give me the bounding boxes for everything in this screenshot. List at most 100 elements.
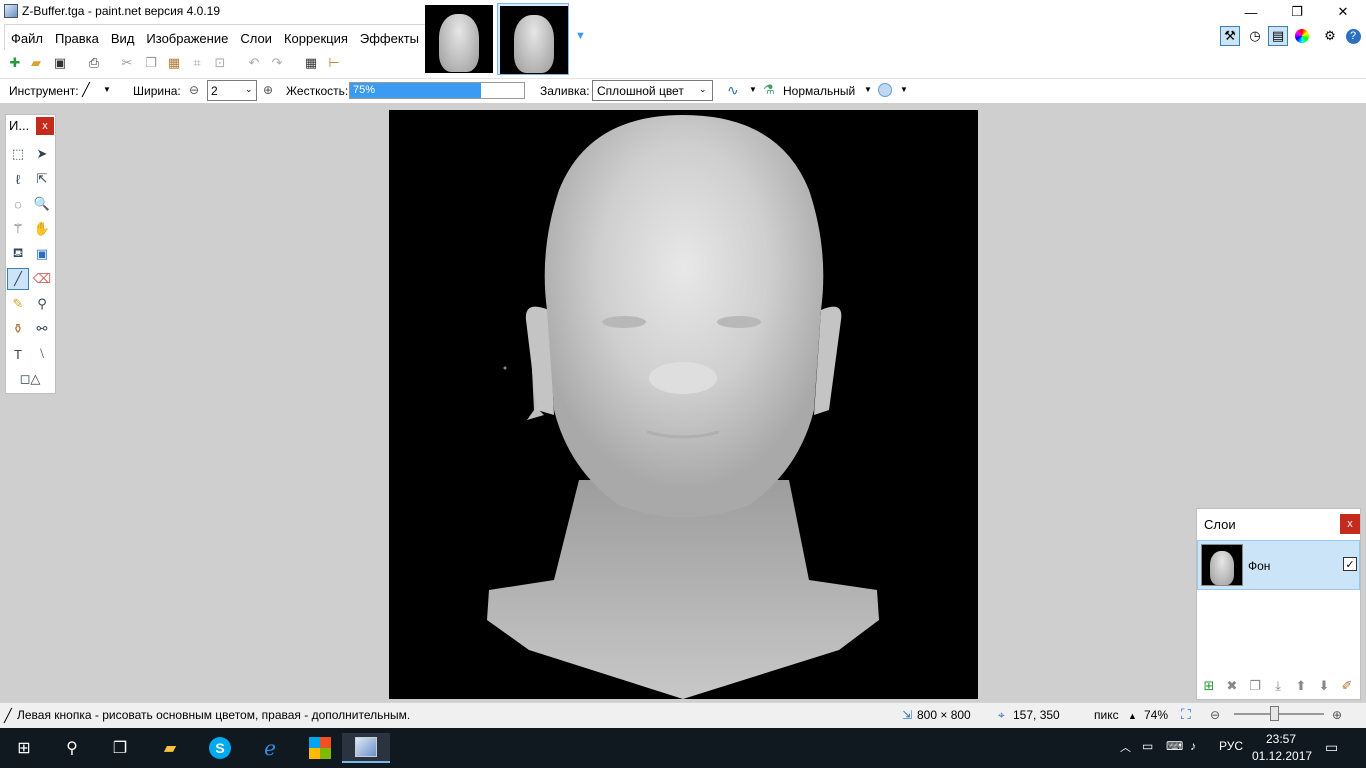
copy-icon[interactable]: ❐	[142, 54, 160, 72]
ruler-icon[interactable]: ⊢	[325, 54, 343, 72]
units-select[interactable]: пикс	[1094, 708, 1119, 722]
layers-window-icon[interactable]: ▤	[1268, 26, 1288, 46]
move-selected-icon[interactable]: ➤	[31, 143, 53, 165]
gradient-icon[interactable]: ▣	[31, 243, 53, 265]
chevron-down-icon[interactable]: ▼	[864, 85, 872, 94]
zoom-fit-icon[interactable]: ⛶	[1181, 706, 1191, 723]
tray-battery-icon[interactable]: ▭	[1142, 739, 1153, 753]
chevron-down-icon[interactable]: ▼	[900, 85, 908, 94]
rectangle-select-icon[interactable]: ⬚	[7, 143, 29, 165]
edge-browser-icon[interactable]: ℯ	[246, 733, 294, 763]
paintnet-taskbar-icon[interactable]	[342, 733, 390, 763]
image-canvas[interactable]	[389, 110, 978, 699]
task-view-icon[interactable]: ❐	[96, 733, 144, 763]
move-layer-up-icon[interactable]: ⬆	[1292, 677, 1310, 695]
move-selection-icon[interactable]: ⇱	[31, 168, 53, 190]
clone-stamp-icon[interactable]: ⚱	[7, 318, 29, 340]
zoom-tool-icon[interactable]: 🔍	[31, 193, 53, 215]
history-window-icon[interactable]: ◷	[1245, 26, 1265, 46]
open-folder-icon[interactable]: ▰	[27, 54, 45, 72]
pan-hand-icon[interactable]: ✋	[31, 218, 53, 240]
grid-icon[interactable]: ▦	[302, 54, 320, 72]
menu-adjustments[interactable]: Коррекция	[278, 25, 354, 50]
tools-panel-close-button[interactable]: x	[36, 117, 54, 135]
blend-mode-select[interactable]: Нормальный	[783, 84, 855, 98]
shapes-icon[interactable]: ◻△	[12, 368, 48, 390]
menu-image[interactable]: Изображение	[140, 25, 234, 50]
tray-date[interactable]: 01.12.2017	[1252, 749, 1312, 763]
line-curve-icon[interactable]: ⧵	[31, 343, 53, 365]
menu-file[interactable]: Файл	[5, 25, 49, 50]
magic-wand-icon[interactable]: ⚚	[7, 218, 29, 240]
action-center-icon[interactable]: ▭	[1325, 739, 1338, 756]
zoom-slider[interactable]	[1234, 713, 1324, 715]
file-explorer-icon[interactable]: ▰	[146, 733, 194, 763]
menu-edit[interactable]: Правка	[49, 25, 105, 50]
zoom-slider-thumb[interactable]	[1270, 706, 1279, 721]
lasso-select-icon[interactable]: ℓ	[7, 168, 29, 190]
move-layer-down-icon[interactable]: ⬇	[1315, 677, 1333, 695]
add-layer-icon[interactable]: ⊞	[1200, 677, 1218, 695]
tools-window-icon[interactable]: ⚒	[1220, 26, 1240, 46]
antialiasing-icon[interactable]: ∿	[727, 82, 739, 99]
store-icon[interactable]	[296, 733, 344, 763]
paste-icon[interactable]: ▦	[165, 54, 183, 72]
paintbrush-icon[interactable]: ╱	[7, 268, 29, 290]
undo-icon[interactable]: ↶	[245, 54, 263, 72]
fill-select[interactable]: Сплошной цвет	[592, 80, 713, 101]
duplicate-layer-icon[interactable]: ❐	[1246, 677, 1264, 695]
tray-time[interactable]: 23:57	[1266, 732, 1296, 746]
chevron-down-icon[interactable]: ▼	[749, 85, 757, 94]
tray-volume-icon[interactable]: ♪	[1190, 739, 1196, 753]
chevron-down-icon[interactable]: ⌄	[245, 84, 253, 95]
width-decrease-icon[interactable]: ⊖	[189, 83, 199, 97]
crop-icon[interactable]: ⌗	[188, 54, 206, 72]
pencil-icon[interactable]: ✎	[7, 293, 29, 315]
selection-mode-icon[interactable]	[878, 83, 892, 97]
tray-network-icon[interactable]: ⌨	[1166, 739, 1183, 753]
recolor-icon[interactable]: ⚯	[31, 318, 53, 340]
print-icon[interactable]: ⎙	[85, 54, 103, 72]
settings-gear-icon[interactable]: ⚙	[1320, 26, 1340, 46]
menu-layers[interactable]: Слои	[234, 25, 278, 50]
layer-visibility-checkbox[interactable]: ✓	[1343, 557, 1357, 571]
redo-icon[interactable]: ↷	[268, 54, 286, 72]
minimize-button[interactable]: —	[1228, 0, 1274, 24]
skype-icon[interactable]: S	[196, 733, 244, 763]
layers-panel	[1196, 508, 1361, 700]
layers-panel-close-button[interactable]: x	[1340, 514, 1360, 534]
start-windows-icon[interactable]: ⊞	[0, 733, 48, 763]
color-picker-icon[interactable]: ⚲	[31, 293, 53, 315]
tray-chevron-up-icon[interactable]: ︿	[1120, 739, 1131, 755]
search-icon[interactable]: ⚲	[48, 733, 96, 763]
menu-view[interactable]: Вид	[105, 25, 141, 50]
chevron-up-icon[interactable]: ▲	[1128, 711, 1137, 721]
brush-tool-icon[interactable]: ╱	[82, 82, 90, 98]
save-disk-icon[interactable]: ▣	[51, 54, 69, 72]
zoom-in-icon[interactable]: ⊕	[1332, 708, 1342, 722]
help-icon[interactable]: ?	[1343, 26, 1363, 46]
delete-layer-icon[interactable]: ✖	[1223, 677, 1241, 695]
width-increase-icon[interactable]: ⊕	[263, 83, 273, 97]
merge-layer-down-icon[interactable]: ⤓	[1269, 677, 1287, 695]
deselect-icon[interactable]: ⊡	[211, 54, 229, 72]
zoom-out-icon[interactable]: ⊖	[1210, 708, 1220, 722]
eraser-icon[interactable]: ⌫	[31, 268, 53, 290]
tray-language[interactable]: РУС	[1219, 739, 1243, 753]
text-tool-icon[interactable]: T	[7, 343, 29, 365]
restore-button[interactable]: ❐	[1274, 0, 1320, 24]
zoom-value[interactable]: 74%	[1144, 708, 1168, 722]
blend-flask-icon[interactable]: ⚗	[763, 82, 775, 98]
cut-scissors-icon[interactable]: ✂	[118, 54, 136, 72]
colors-window-icon[interactable]	[1292, 26, 1312, 46]
layer-properties-icon[interactable]: ✐	[1338, 677, 1356, 695]
paint-bucket-icon[interactable]: ⛾	[7, 243, 29, 265]
menu-effects[interactable]: Эффекты	[354, 25, 425, 50]
hardness-slider[interactable]: 75%	[349, 82, 525, 99]
new-image-icon[interactable]: ✚	[6, 54, 24, 72]
ellipse-select-icon[interactable]: ◌	[7, 193, 29, 215]
chevron-down-icon[interactable]: ⌄	[699, 84, 707, 95]
tabs-overflow-icon[interactable]: ▼	[575, 30, 586, 42]
close-button[interactable]: ✕	[1320, 0, 1366, 24]
chevron-down-icon[interactable]: ▼	[103, 85, 111, 94]
